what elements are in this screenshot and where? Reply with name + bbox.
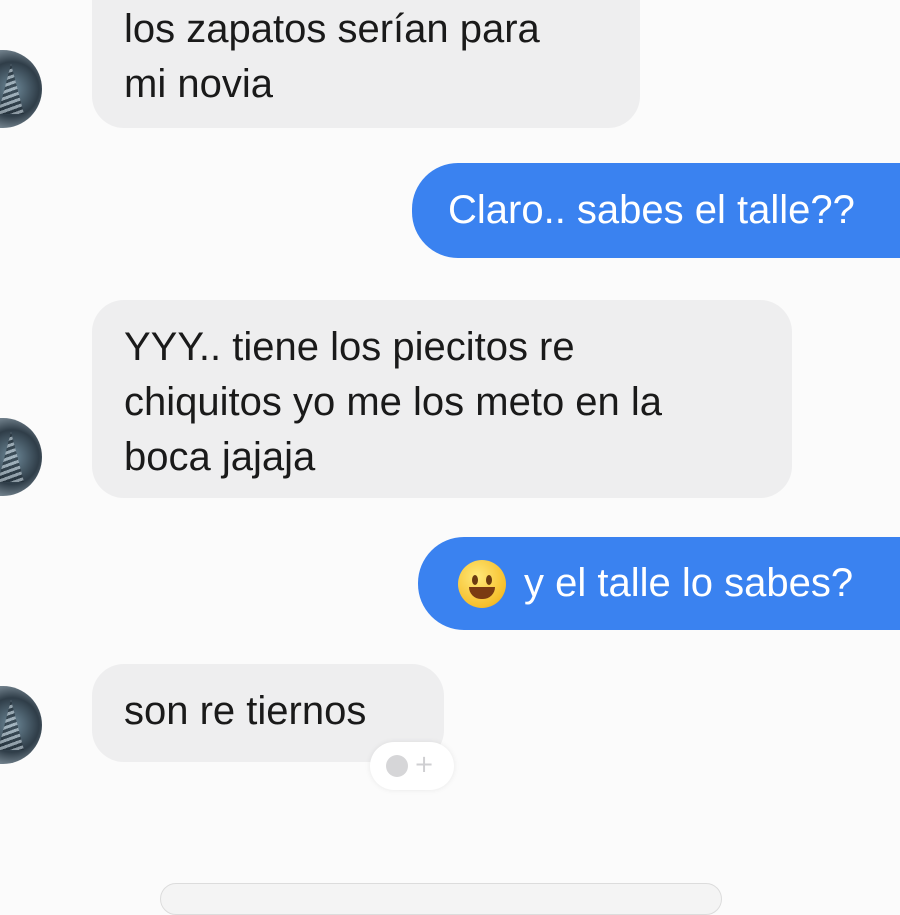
add-reaction-icon[interactable]: + [370,742,454,790]
outgoing-message[interactable]: Claro.. sabes el talle?? [412,163,900,258]
contact-avatar[interactable] [0,686,42,764]
incoming-message[interactable]: los zapatos serían para mi novia [92,0,640,128]
grinning-face-icon [458,560,506,608]
message-text: y el talle lo sabes? [524,561,854,605]
contact-avatar[interactable] [0,50,42,128]
contact-avatar[interactable] [0,418,42,496]
outgoing-message[interactable]: y el talle lo sabes? [418,537,900,630]
plus-icon: + [414,750,435,778]
chat-thread: los zapatos serían para mi novia Claro..… [0,0,900,915]
message-composer [0,876,900,915]
incoming-message[interactable]: YYY.. tiene los piecitos re chiquitos yo… [92,300,792,498]
smiley-face-icon [386,755,408,777]
